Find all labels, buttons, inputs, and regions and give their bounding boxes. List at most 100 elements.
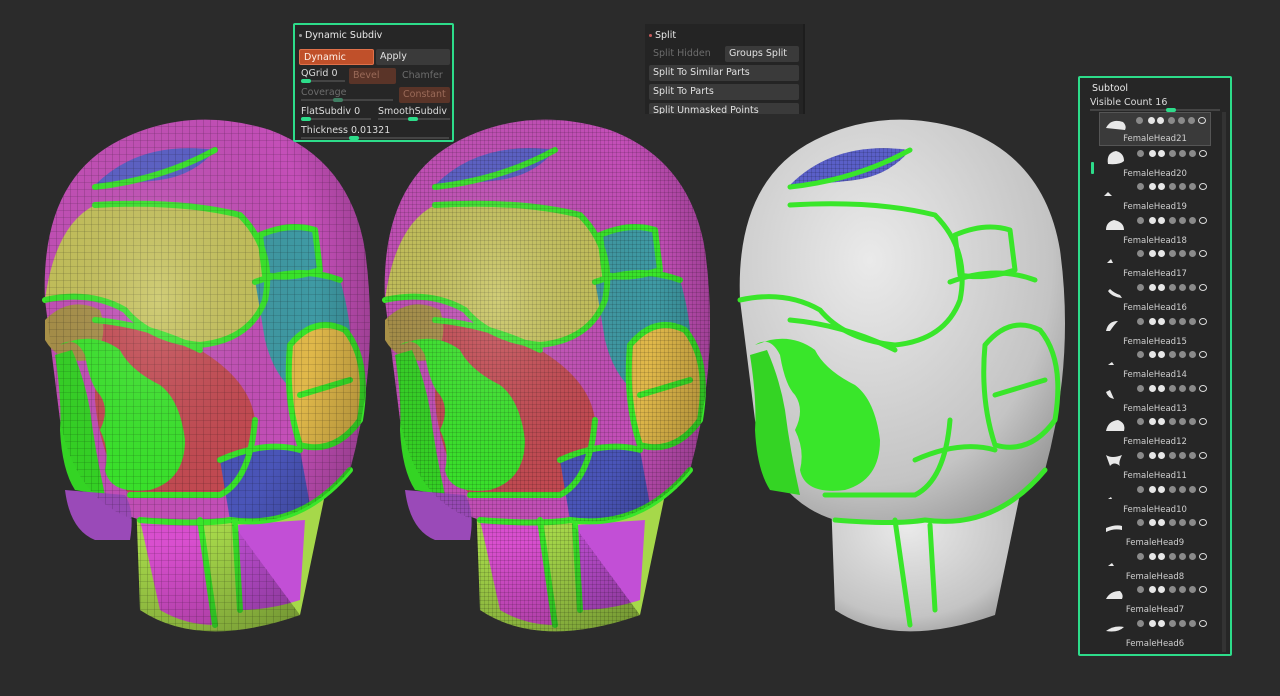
brush-icon[interactable]: [1137, 552, 1144, 560]
subtool-item[interactable]: FemaleHead15: [1099, 314, 1211, 348]
lock-icon[interactable]: [1179, 216, 1186, 224]
solo-icon[interactable]: [1158, 384, 1165, 392]
eye-icon[interactable]: [1199, 149, 1207, 157]
subtool-item[interactable]: FemaleHead19: [1099, 179, 1211, 213]
pin-icon[interactable]: [1189, 284, 1196, 291]
subtool-item[interactable]: FemaleHead20: [1099, 146, 1211, 180]
polyframe-icon[interactable]: [1149, 284, 1156, 291]
lock-icon[interactable]: [1179, 620, 1186, 627]
head-model-2[interactable]: [385, 120, 710, 632]
solo-icon[interactable]: [1158, 452, 1165, 459]
polyframe-icon[interactable]: [1148, 117, 1155, 124]
polyframe-icon[interactable]: [1149, 351, 1156, 359]
solo-icon[interactable]: [1158, 552, 1165, 560]
pin-icon[interactable]: [1189, 485, 1196, 493]
subtool-item[interactable]: FemaleHead17: [1099, 246, 1211, 280]
transp-icon[interactable]: [1169, 250, 1176, 258]
eye-icon[interactable]: [1198, 117, 1206, 124]
brush-icon[interactable]: [1137, 452, 1144, 459]
solo-icon[interactable]: [1158, 216, 1165, 224]
polyframe-icon[interactable]: [1149, 250, 1156, 258]
thickness-slider[interactable]: Thickness 0.01321: [301, 124, 449, 140]
polyframe-icon[interactable]: [1149, 183, 1156, 191]
pin-icon[interactable]: [1189, 620, 1196, 627]
subtool-item[interactable]: FemaleHead8: [1099, 549, 1211, 583]
eye-icon[interactable]: [1199, 519, 1207, 527]
transp-icon[interactable]: [1169, 620, 1176, 627]
pin-icon[interactable]: [1189, 351, 1196, 359]
brush-icon[interactable]: [1137, 384, 1144, 392]
pin-icon[interactable]: [1189, 418, 1196, 426]
subtool-item[interactable]: FemaleHead13: [1099, 381, 1211, 415]
polyframe-icon[interactable]: [1149, 552, 1156, 560]
solo-icon[interactable]: [1158, 586, 1165, 594]
lock-icon[interactable]: [1179, 250, 1186, 258]
lock-icon[interactable]: [1179, 183, 1186, 191]
subtool-item[interactable]: FemaleHead16: [1099, 280, 1211, 314]
solo-icon[interactable]: [1158, 351, 1165, 359]
transp-icon[interactable]: [1169, 284, 1176, 291]
lock-icon[interactable]: [1179, 317, 1186, 325]
eye-icon[interactable]: [1199, 351, 1207, 359]
lock-icon[interactable]: [1179, 418, 1186, 426]
polyframe-icon[interactable]: [1149, 485, 1156, 493]
eye-icon[interactable]: [1199, 317, 1207, 325]
brush-icon[interactable]: [1137, 149, 1144, 157]
brush-icon[interactable]: [1137, 586, 1144, 594]
eye-icon[interactable]: [1199, 586, 1207, 594]
lock-icon[interactable]: [1178, 117, 1185, 124]
brush-icon[interactable]: [1137, 216, 1144, 224]
lock-icon[interactable]: [1179, 149, 1186, 157]
lock-icon[interactable]: [1179, 351, 1186, 359]
polyframe-icon[interactable]: [1149, 317, 1156, 325]
apply-button[interactable]: Apply: [376, 49, 450, 65]
eye-icon[interactable]: [1199, 485, 1207, 493]
transp-icon[interactable]: [1168, 117, 1175, 124]
subtool-item[interactable]: FemaleHead12: [1099, 414, 1211, 448]
pin-icon[interactable]: [1189, 586, 1196, 594]
eye-icon[interactable]: [1199, 250, 1207, 258]
pin-icon[interactable]: [1189, 519, 1196, 527]
solo-icon[interactable]: [1158, 317, 1165, 325]
brush-icon[interactable]: [1137, 418, 1144, 426]
transp-icon[interactable]: [1169, 418, 1176, 426]
visible-count-slider[interactable]: Visible Count 16: [1090, 96, 1220, 112]
brush-icon[interactable]: [1136, 117, 1143, 124]
transp-icon[interactable]: [1169, 586, 1176, 594]
groups-split-button[interactable]: Groups Split: [725, 46, 799, 62]
split-unmasked-points-button[interactable]: Split Unmasked Points: [649, 103, 799, 114]
split-to-parts-button[interactable]: Split To Parts: [649, 84, 799, 100]
polyframe-icon[interactable]: [1149, 452, 1156, 459]
solo-icon[interactable]: [1158, 485, 1165, 493]
brush-icon[interactable]: [1137, 351, 1144, 359]
subtool-item[interactable]: FemaleHead14: [1099, 347, 1211, 381]
brush-icon[interactable]: [1137, 183, 1144, 191]
transp-icon[interactable]: [1169, 485, 1176, 493]
subtool-scroll-indicator[interactable]: [1091, 162, 1094, 174]
polyframe-icon[interactable]: [1149, 620, 1156, 627]
brush-icon[interactable]: [1137, 519, 1144, 527]
lock-icon[interactable]: [1179, 519, 1186, 527]
lock-icon[interactable]: [1179, 485, 1186, 493]
head-model-1[interactable]: [45, 120, 370, 632]
solo-icon[interactable]: [1158, 149, 1165, 157]
pin-icon[interactable]: [1189, 452, 1196, 459]
subtool-scrollbar[interactable]: [1222, 112, 1226, 652]
eye-icon[interactable]: [1199, 284, 1207, 291]
head-model-3[interactable]: [737, 119, 1065, 632]
solo-icon[interactable]: [1158, 519, 1165, 527]
pin-icon[interactable]: [1189, 183, 1196, 191]
solo-icon[interactable]: [1158, 418, 1165, 426]
brush-icon[interactable]: [1137, 485, 1144, 493]
pin-icon[interactable]: [1189, 552, 1196, 560]
pin-icon[interactable]: [1189, 250, 1196, 258]
transp-icon[interactable]: [1169, 452, 1176, 459]
polyframe-icon[interactable]: [1149, 586, 1156, 594]
subtool-item[interactable]: FemaleHead11: [1099, 448, 1211, 482]
pin-icon[interactable]: [1189, 384, 1196, 392]
subtool-item[interactable]: FemaleHead21: [1099, 112, 1211, 146]
lock-icon[interactable]: [1179, 552, 1186, 560]
solo-icon[interactable]: [1158, 183, 1165, 191]
flatsubdiv-slider[interactable]: FlatSubdiv 0: [301, 105, 371, 121]
solo-icon[interactable]: [1158, 250, 1165, 258]
